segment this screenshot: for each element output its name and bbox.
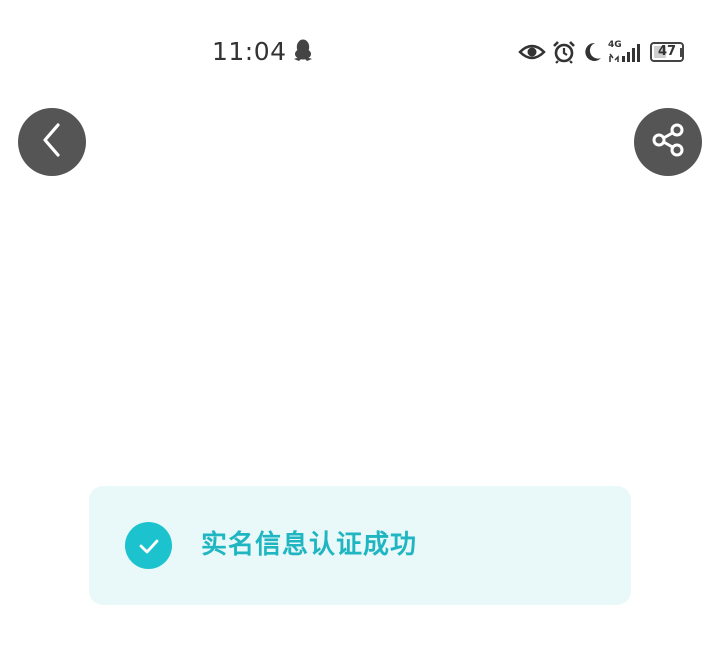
battery-level-text: 47 bbox=[657, 44, 677, 59]
check-icon bbox=[125, 522, 172, 569]
moon-icon bbox=[582, 41, 602, 63]
alarm-icon bbox=[552, 40, 576, 64]
status-icons: 4G 47 bbox=[518, 38, 684, 66]
qq-penguin-icon bbox=[293, 38, 313, 66]
verification-success-card: 实名信息认证成功 bbox=[89, 486, 631, 605]
status-time: 11:04 bbox=[212, 37, 287, 66]
back-button[interactable] bbox=[18, 108, 86, 176]
battery-icon: 47 bbox=[650, 42, 684, 62]
chevron-left-icon bbox=[40, 122, 64, 162]
share-button[interactable] bbox=[634, 108, 702, 176]
clock-area: 11:04 bbox=[212, 36, 313, 68]
success-message: 实名信息认证成功 bbox=[201, 530, 418, 560]
share-icon bbox=[648, 120, 688, 164]
eye-icon bbox=[518, 42, 546, 62]
battery-body: 47 bbox=[650, 42, 684, 62]
signal-4g-icon: 4G bbox=[608, 40, 644, 64]
status-bar: 11:04 4G 47 bbox=[0, 0, 720, 104]
